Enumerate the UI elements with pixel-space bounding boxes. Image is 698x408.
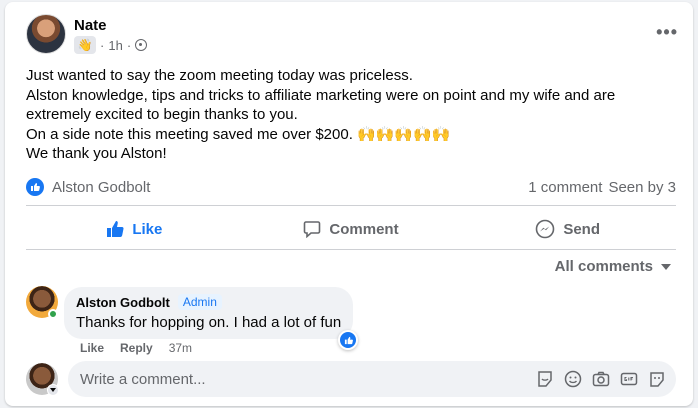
comment-label: Comment bbox=[329, 220, 399, 238]
comment-time[interactable]: 37m bbox=[169, 341, 192, 355]
post-stats: 1 comment Seen by 3 bbox=[528, 179, 676, 196]
post-line: Just wanted to say the zoom meeting toda… bbox=[26, 67, 413, 84]
author-avatar[interactable] bbox=[26, 14, 66, 54]
comment-header: Alston Godbolt Admin bbox=[76, 294, 341, 310]
sticker-icon[interactable] bbox=[536, 370, 554, 388]
reaction-names[interactable]: Alston Godbolt bbox=[52, 179, 150, 196]
comment-reply-button[interactable]: Reply bbox=[120, 341, 153, 355]
more-icon[interactable]: ••• bbox=[656, 22, 678, 43]
caret-down-icon bbox=[661, 263, 671, 270]
wave-badge-icon[interactable]: 👋 bbox=[74, 36, 96, 54]
comment-like-button[interactable]: Like bbox=[80, 341, 104, 355]
post-time[interactable]: 1h bbox=[108, 38, 122, 53]
post-line: Alston knowledge, tips and tricks to aff… bbox=[26, 86, 616, 104]
admin-badge: Admin bbox=[177, 294, 222, 310]
like-icon bbox=[340, 332, 356, 348]
gif-icon[interactable] bbox=[620, 370, 638, 388]
divider bbox=[26, 205, 676, 206]
like-button[interactable]: Like bbox=[26, 209, 243, 249]
seen-by[interactable]: Seen by 3 bbox=[608, 179, 676, 196]
post-card: Nate 👋 · 1h · ••• Just wanted to say the… bbox=[5, 2, 693, 406]
comment-icon bbox=[304, 221, 321, 238]
divider bbox=[26, 249, 676, 250]
send-label: Send bbox=[563, 220, 601, 238]
composer-tools bbox=[536, 370, 666, 388]
comment-bubble: Alston Godbolt Admin Thanks for hopping … bbox=[64, 287, 354, 339]
avatar-sticker-icon[interactable] bbox=[648, 370, 666, 388]
comment-actions: Like Reply 37m bbox=[80, 341, 192, 355]
meta-separator: · bbox=[126, 37, 132, 53]
comment-reaction[interactable] bbox=[338, 330, 358, 350]
reactions-bar: Alston Godbolt 1 comment Seen by 3 bbox=[26, 176, 676, 198]
comment-button[interactable]: Comment bbox=[243, 209, 460, 249]
like-icon bbox=[107, 221, 124, 237]
emoji-icon[interactable] bbox=[564, 370, 582, 388]
online-status-icon bbox=[48, 309, 58, 319]
comment-count[interactable]: 1 comment bbox=[528, 179, 602, 196]
avatar-switch-icon[interactable] bbox=[47, 384, 59, 396]
meta-separator: · bbox=[100, 37, 105, 53]
post-header: Nate 👋 · 1h · ••• bbox=[26, 14, 686, 58]
post-line: On a side note this meeting saved me ove… bbox=[26, 125, 451, 143]
post-line: extremely excited to begin thanks to you… bbox=[26, 106, 298, 123]
messenger-icon bbox=[536, 219, 555, 239]
send-button[interactable]: Send bbox=[459, 209, 676, 249]
like-label: Like bbox=[132, 220, 163, 238]
post-line: We thank you Alston! bbox=[26, 145, 167, 162]
action-bar: Like Comment Send bbox=[26, 209, 676, 249]
comments-filter[interactable]: All comments bbox=[555, 258, 671, 275]
comment-composer bbox=[26, 360, 676, 400]
author-name[interactable]: Nate bbox=[74, 17, 107, 34]
post-body: Just wanted to say the zoom meeting toda… bbox=[26, 66, 676, 164]
like-icon bbox=[26, 178, 44, 196]
camera-icon[interactable] bbox=[592, 370, 610, 388]
post-meta: 👋 · 1h · bbox=[74, 36, 148, 54]
comment-text: Thanks for hopping on. I had a lot of fu… bbox=[76, 314, 342, 331]
commenter-name[interactable]: Alston Godbolt bbox=[76, 295, 170, 310]
globe-icon bbox=[135, 39, 148, 51]
comments-filter-label: All comments bbox=[554, 258, 653, 275]
